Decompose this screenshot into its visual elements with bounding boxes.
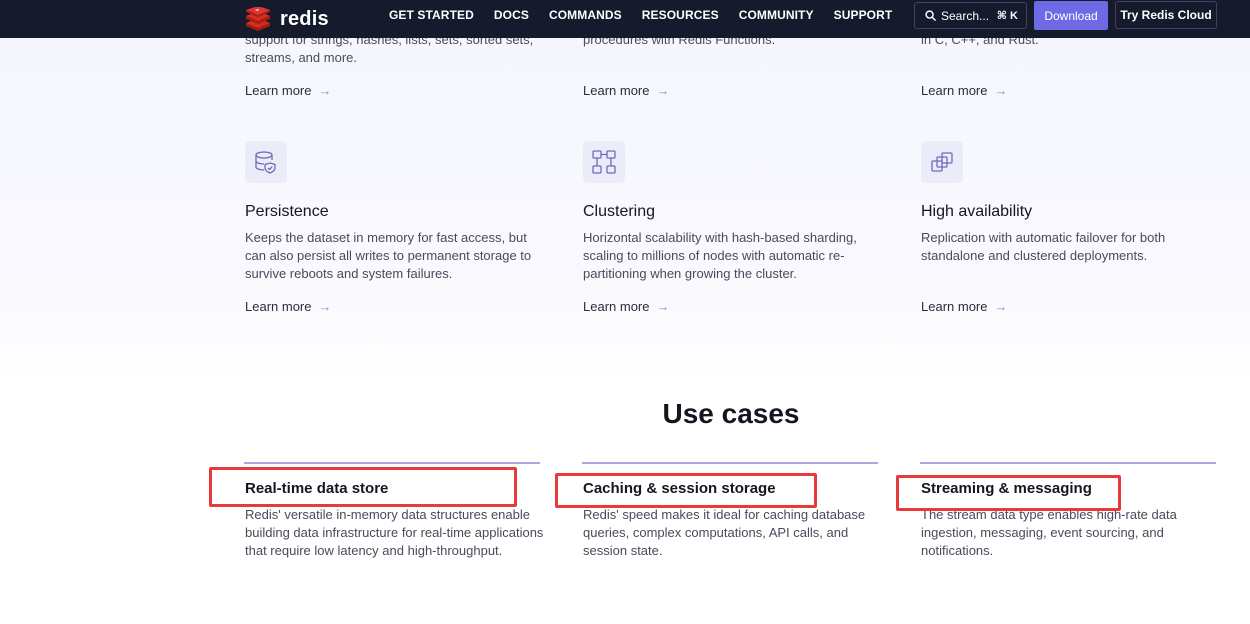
learn-more-label: Learn more <box>245 83 312 98</box>
arrow-right-icon: → <box>318 83 332 98</box>
nav-support[interactable]: SUPPORT <box>834 8 893 22</box>
learn-more-label: Learn more <box>921 83 988 98</box>
learn-more-link[interactable]: Learn more → <box>245 299 331 314</box>
search-shortcut: ⌘ K <box>996 10 1018 22</box>
arrow-right-icon: → <box>994 299 1008 314</box>
learn-more-label: Learn more <box>583 299 650 314</box>
feature-desc-persistence: Keeps the dataset in memory for fast acc… <box>245 230 532 281</box>
download-button[interactable]: Download <box>1034 1 1108 30</box>
arrow-right-icon: → <box>656 83 670 98</box>
clustering-icon-tile <box>583 141 625 183</box>
nav-resources[interactable]: RESOURCES <box>642 8 719 22</box>
redis-logo[interactable]: redis <box>244 4 329 34</box>
highlight-box-caching <box>555 473 817 508</box>
learn-more-label: Learn more <box>583 83 650 98</box>
feature-title-persistence: Persistence <box>245 203 329 220</box>
replication-copy-icon <box>931 152 953 172</box>
nav-community[interactable]: COMMUNITY <box>739 8 814 22</box>
page-background <box>0 0 1250 380</box>
redis-cube-icon <box>246 7 270 31</box>
use-case-desc-streaming: The stream data type enables high-rate d… <box>921 507 1177 558</box>
learn-more-label: Learn more <box>245 299 312 314</box>
use-case-desc-real-time: Redis' versatile in-memory data structur… <box>245 507 544 558</box>
feature-desc-high-availability: Replication with automatic failover for … <box>921 230 1166 263</box>
top-navbar: redis GET STARTED DOCS COMMANDS RESOURCE… <box>0 0 1250 38</box>
use-case-divider <box>582 462 878 464</box>
use-cases-heading: Use cases <box>662 398 800 429</box>
feature-desc-clustering: Horizontal scalability with hash-based s… <box>583 230 857 281</box>
feature-title-clustering: Clustering <box>583 203 656 220</box>
search-button[interactable]: Search... ⌘ K <box>914 2 1027 29</box>
highlight-box-real-time <box>209 467 517 507</box>
learn-more-link[interactable]: Learn more → <box>583 83 669 98</box>
database-shield-icon <box>255 151 276 174</box>
learn-more-link[interactable]: Learn more → <box>921 299 1007 314</box>
arrow-right-icon: → <box>318 299 332 314</box>
brand-name: redis <box>280 7 329 30</box>
persistence-icon-tile <box>245 141 287 183</box>
main-nav: GET STARTED DOCS COMMANDS RESOURCES COMM… <box>389 0 912 30</box>
learn-more-label: Learn more <box>921 299 988 314</box>
highlight-box-streaming <box>896 475 1121 511</box>
use-case-divider <box>920 462 1216 464</box>
search-icon <box>925 10 936 21</box>
learn-more-link[interactable]: Learn more → <box>245 83 331 98</box>
nav-docs[interactable]: DOCS <box>494 8 529 22</box>
arrow-right-icon: → <box>656 299 670 314</box>
nav-get-started[interactable]: GET STARTED <box>389 8 474 22</box>
use-case-divider <box>244 462 540 464</box>
feature-title-high-availability: High availability <box>921 203 1033 220</box>
arrow-right-icon: → <box>994 83 1008 98</box>
search-label: Search... <box>941 8 990 23</box>
use-case-desc-caching: Redis' speed makes it ideal for caching … <box>583 507 866 558</box>
high-availability-icon-tile <box>921 141 963 183</box>
cluster-grid-icon <box>592 150 616 174</box>
learn-more-link[interactable]: Learn more → <box>583 299 669 314</box>
try-redis-cloud-button[interactable]: Try Redis Cloud <box>1115 1 1217 29</box>
nav-commands[interactable]: COMMANDS <box>549 8 622 22</box>
learn-more-link[interactable]: Learn more → <box>921 83 1007 98</box>
